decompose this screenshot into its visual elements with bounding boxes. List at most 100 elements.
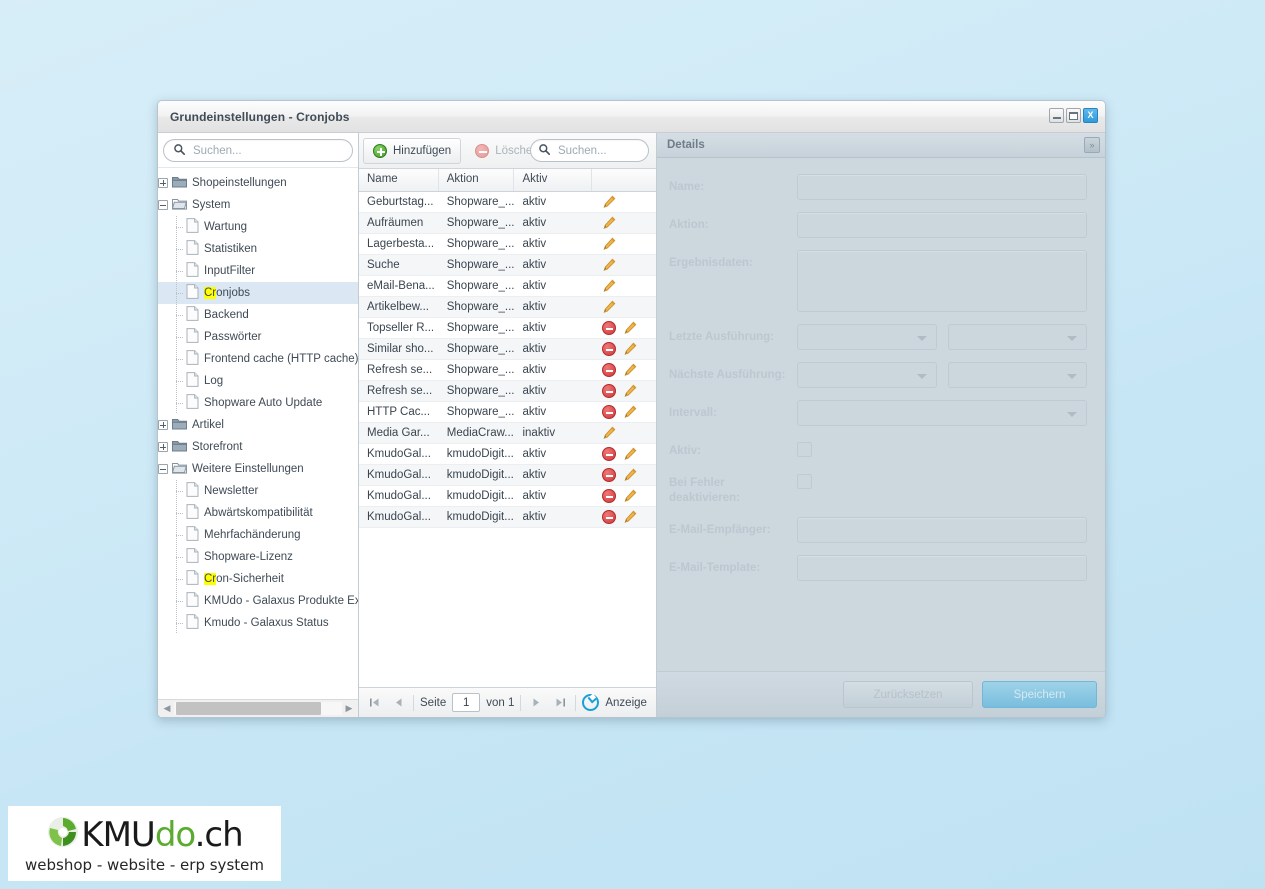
tree-item-backend[interactable]: Backend [158,304,358,326]
tree-item-label: Cronjobs [204,287,251,299]
tree-search-field[interactable] [163,139,353,162]
edit-row-icon[interactable] [623,468,637,482]
edit-row-icon[interactable] [602,258,616,272]
tree-toggle-icon[interactable] [158,442,168,452]
file-icon [186,394,199,412]
kmudo-logo: KMUdo.ch webshop - website - erp system [8,806,281,881]
refresh-icon[interactable] [582,694,600,711]
table-row[interactable]: Refresh se... Shopware_... aktiv [359,360,656,381]
add-button[interactable]: Hinzufügen [363,137,462,164]
previous-page-button[interactable] [389,694,407,712]
cell-actions [592,363,656,377]
delete-row-icon[interactable] [602,447,617,461]
first-page-button[interactable] [365,694,383,712]
table-row[interactable]: KmudoGal... kmudoDigit... aktiv [359,465,656,486]
tree-item-weitere-einstellungen[interactable]: Weitere Einstellungen [158,458,358,480]
table-row[interactable]: KmudoGal... kmudoDigit... aktiv [359,507,656,528]
grid-search-input[interactable] [556,143,640,158]
close-button[interactable]: X [1083,108,1098,123]
scroll-left-icon[interactable]: ◀ [160,702,174,716]
edit-row-icon[interactable] [602,195,616,209]
delete-row-icon[interactable] [602,363,617,377]
edit-row-icon[interactable] [623,363,637,377]
tree-item-newsletter[interactable]: Newsletter [158,480,358,502]
edit-row-icon[interactable] [602,300,616,314]
delete-row-icon[interactable] [602,342,617,356]
scroll-thumb[interactable] [176,702,321,715]
page-number-input[interactable] [452,693,481,712]
table-row[interactable]: Artikelbew... Shopware_... aktiv [359,297,656,318]
table-row[interactable]: Topseller R... Shopware_... aktiv [359,318,656,339]
table-row[interactable]: Geburtstag... Shopware_... aktiv [359,192,656,213]
last-page-button[interactable] [551,694,569,712]
edit-row-icon[interactable] [623,510,637,524]
tree-item-storefront[interactable]: Storefront [158,436,358,458]
tree-item-kmudo-galaxus-status[interactable]: Kmudo - Galaxus Status [158,612,358,634]
grid-body[interactable]: Geburtstag... Shopware_... aktiv Aufräumen S… [359,192,656,687]
edit-row-icon[interactable] [623,321,637,335]
tree-item-cron-sicherheit[interactable]: Cron-Sicherheit [158,568,358,590]
column-header-name[interactable]: Name [359,169,439,191]
table-row[interactable]: Refresh se... Shopware_... aktiv [359,381,656,402]
tree-item-artikel[interactable]: Artikel [158,414,358,436]
tree-horizontal-scrollbar[interactable]: ◀ ▶ [158,699,358,717]
tree-item-inputfilter[interactable]: InputFilter [158,260,358,282]
tree-item-system[interactable]: System [158,194,358,216]
table-row[interactable]: eMail-Bena... Shopware_... aktiv [359,276,656,297]
tree-item-log[interactable]: Log [158,370,358,392]
tree-item-kmudo-galaxus-produkte-export[interactable]: KMUdo - Galaxus Produkte Export [158,590,358,612]
edit-row-icon[interactable] [623,384,637,398]
edit-row-icon[interactable] [602,426,616,440]
column-header-aktiv[interactable]: Aktiv [514,169,593,191]
grid-search-field[interactable] [530,139,649,162]
delete-row-icon[interactable] [602,405,617,419]
table-row[interactable]: Media Gar... MediaCraw... inaktiv [359,423,656,444]
tree-toggle-icon[interactable] [158,420,168,430]
tree-search-input[interactable] [191,143,342,158]
tree-item-mehrfach-nderung[interactable]: Mehrfachänderung [158,524,358,546]
column-header-aktion[interactable]: Aktion [439,169,515,191]
table-row[interactable]: HTTP Cac... Shopware_... aktiv [359,402,656,423]
edit-row-icon[interactable] [602,216,616,230]
tree-item-statistiken[interactable]: Statistiken [158,238,358,260]
tree-toggle-icon[interactable] [158,178,168,188]
delete-row-icon[interactable] [602,510,617,524]
tree-item-passw-rter[interactable]: Passwörter [158,326,358,348]
tree-toggle-icon[interactable] [158,464,168,474]
next-page-button[interactable] [527,694,545,712]
edit-row-icon[interactable] [623,405,637,419]
tree-item-shopware-auto-update[interactable]: Shopware Auto Update [158,392,358,414]
edit-row-icon[interactable] [602,237,616,251]
cell-aktion: kmudoDigit... [446,490,514,502]
table-row[interactable]: KmudoGal... kmudoDigit... aktiv [359,486,656,507]
table-row[interactable]: Lagerbesta... Shopware_... aktiv [359,234,656,255]
delete-row-icon[interactable] [602,321,617,335]
edit-row-icon[interactable] [602,279,616,293]
tree-item-shopware-lizenz[interactable]: Shopware-Lizenz [158,546,358,568]
edit-row-icon[interactable] [623,489,637,503]
tree-item-shopeinstellungen[interactable]: Shopeinstellungen [158,172,358,194]
minimize-button[interactable] [1049,108,1064,123]
edit-row-icon[interactable] [623,447,637,461]
tree-item-cronjobs[interactable]: Cronjobs [158,282,358,304]
scroll-right-icon[interactable]: ▶ [342,702,356,716]
search-icon [174,142,186,160]
scroll-track[interactable] [174,702,342,715]
tree-item-wartung[interactable]: Wartung [158,216,358,238]
delete-row-icon[interactable] [602,384,617,398]
table-row[interactable]: Aufräumen Shopware_... aktiv [359,213,656,234]
maximize-button[interactable] [1066,108,1081,123]
table-row[interactable]: Suche Shopware_... aktiv [359,255,656,276]
delete-row-icon[interactable] [602,489,617,503]
table-row[interactable]: KmudoGal... kmudoDigit... aktiv [359,444,656,465]
table-row[interactable]: Similar sho... Shopware_... aktiv [359,339,656,360]
edit-row-icon[interactable] [623,342,637,356]
tree-item-frontend-cache-http-cache[interactable]: Frontend cache (HTTP cache) [158,348,358,370]
window-titlebar[interactable]: Grundeinstellungen - Cronjobs X [158,101,1105,133]
delete-row-icon[interactable] [602,468,617,482]
tree-toggle-icon[interactable] [158,200,168,210]
collapse-panel-button[interactable]: » [1084,137,1100,153]
tree-scroll-region[interactable]: Shopeinstellungen System Wartung Statistike… [158,168,358,699]
tree-item-abw-rtskompatibilit-t[interactable]: Abwärtskompatibilität [158,502,358,524]
column-header-actions[interactable] [592,169,656,191]
